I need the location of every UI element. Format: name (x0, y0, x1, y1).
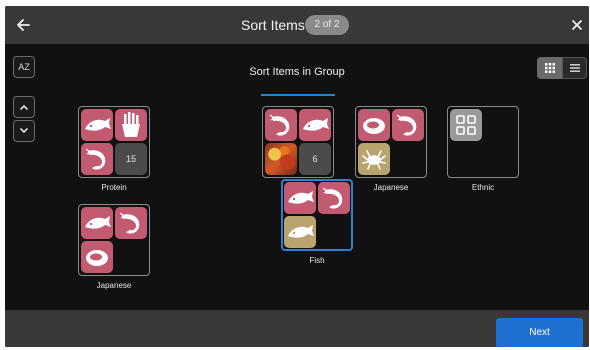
shrimp-tile (392, 109, 424, 141)
fries-icon (122, 112, 140, 137)
page-title: Sort Items (241, 17, 305, 33)
chevron-down-icon (20, 128, 28, 134)
next-button[interactable]: Next (496, 318, 583, 347)
back-button[interactable] (13, 15, 33, 35)
group-card[interactable]: 6 (262, 106, 334, 178)
group-label: Ethnic (471, 183, 495, 192)
close-button[interactable] (569, 17, 585, 33)
arrow-left-icon (17, 19, 30, 31)
section-title: Sort Items in Group (249, 66, 345, 78)
fish-icon (85, 216, 111, 229)
fish-icon (288, 225, 314, 238)
fish-icon (85, 118, 111, 131)
food-photo-tile (265, 143, 297, 175)
placeholder-grid-icon (456, 115, 476, 135)
crab-tile (358, 143, 390, 175)
fish-tile (81, 207, 113, 239)
overflow-count-tile: 15 (115, 143, 147, 175)
header-bar: Sort Items 2 of 2 (5, 6, 589, 44)
shrimp-tile (265, 109, 297, 141)
fish-tile (284, 216, 316, 248)
group-card-japanese[interactable] (78, 204, 150, 276)
group-canvas: AZ Sort Items in Group 15 Protein Japane… (5, 44, 589, 310)
move-up-button[interactable] (13, 96, 35, 118)
group-label: Protein (101, 183, 127, 192)
group-label: Japanese (373, 183, 409, 192)
fish-tile (81, 109, 113, 141)
footer-bar: Next (5, 310, 589, 347)
overflow-count-tile: 6 (299, 143, 331, 175)
title-underline (261, 94, 335, 96)
steak-icon (86, 250, 108, 266)
chevron-up-icon (20, 104, 28, 110)
group-label: Fish (309, 256, 325, 265)
steak-tile (81, 241, 113, 273)
shrimp-tile (81, 143, 113, 175)
shrimp-icon (396, 114, 417, 136)
close-icon (572, 20, 582, 30)
move-down-button[interactable] (13, 120, 35, 142)
fish-tile (284, 182, 316, 214)
shrimp-icon (269, 114, 290, 136)
shrimp-tile (115, 207, 147, 239)
group-label: Japanese (96, 281, 132, 290)
group-card-fish[interactable] (281, 179, 353, 251)
fish-icon (288, 191, 314, 204)
fries-tile (115, 109, 147, 141)
placeholder-tile (450, 109, 482, 141)
shrimp-icon (119, 212, 140, 234)
group-card-protein[interactable]: 15 (78, 106, 150, 178)
step-badge: 2 of 2 (305, 15, 349, 35)
crab-icon (362, 150, 386, 170)
fish-tile (299, 109, 331, 141)
group-card-ethnic[interactable] (447, 106, 519, 178)
fish-icon (303, 118, 329, 131)
steak-icon (363, 118, 385, 134)
shrimp-icon (85, 148, 106, 170)
group-card-japanese[interactable] (355, 106, 427, 178)
app-window: Sort Items 2 of 2 AZ Sort Items in Group (5, 6, 589, 347)
steak-tile (358, 109, 390, 141)
